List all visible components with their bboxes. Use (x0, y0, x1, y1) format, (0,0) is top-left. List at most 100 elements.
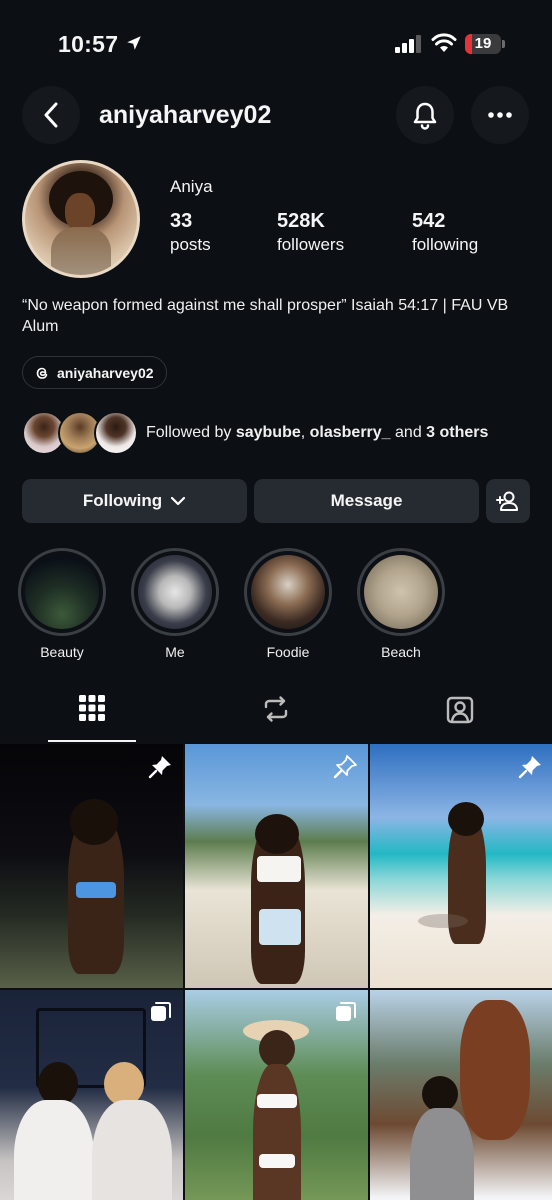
pin-icon (518, 756, 541, 779)
profile-bio: “No weapon formed against me shall prosp… (22, 297, 509, 335)
more-options-button[interactable] (471, 86, 529, 144)
pin-icon (333, 755, 357, 779)
location-arrow-icon (127, 36, 141, 50)
battery-percentage: 19 (474, 35, 492, 52)
suggested-users-button[interactable] (486, 479, 530, 523)
threads-link[interactable]: aniyaharvey02 (22, 356, 167, 389)
avatar-body (51, 227, 111, 275)
highlight-foodie[interactable]: Foodie (244, 548, 332, 660)
status-time: 10:57 (58, 31, 119, 57)
back-button[interactable] (22, 86, 80, 144)
post-figure-head (259, 1030, 295, 1068)
highlight-ring (18, 548, 106, 636)
threads-handle: aniyaharvey02 (57, 364, 154, 381)
highlight-beach[interactable]: Beach (357, 548, 445, 660)
display-name: Aniya (170, 177, 213, 196)
highlight-me[interactable]: Me (131, 548, 219, 660)
battery-cap (502, 40, 505, 48)
post-tile[interactable] (0, 990, 183, 1200)
highlight-ring (131, 548, 219, 636)
battery-body: 19 (465, 34, 501, 54)
followed-by-row[interactable]: Followed by saybube, olasberry_ and 3 ot… (22, 411, 542, 457)
follower-avatar (94, 411, 138, 455)
conjunction: and (390, 424, 427, 441)
post-swimsuit (259, 1154, 295, 1168)
add-user-icon (496, 491, 518, 511)
mutual-follower-name: saybube (235, 424, 301, 441)
threads-icon (36, 367, 48, 379)
followers-label: followers (277, 235, 345, 254)
post-tile[interactable] (185, 744, 368, 988)
active-tab-indicator (48, 740, 136, 742)
post-figure (253, 1064, 301, 1200)
grid-icon (79, 695, 105, 721)
posts-stat: 33 posts (170, 210, 211, 255)
followed-by-prefix: Followed by (146, 424, 236, 441)
post-tile[interactable] (185, 990, 368, 1200)
post-tile[interactable] (0, 744, 183, 988)
message-button[interactable]: Message (254, 479, 479, 523)
post-tile[interactable] (370, 990, 552, 1200)
more-icon (488, 112, 512, 118)
tab-tagged[interactable] (368, 688, 552, 742)
reels-repost-icon (264, 696, 288, 722)
message-button-label: Message (330, 491, 403, 510)
post-shorts (259, 909, 301, 945)
highlight-ring (244, 548, 332, 636)
following-button-label: Following (82, 491, 163, 510)
post-robe (92, 1100, 172, 1200)
highlight-cover (364, 555, 438, 629)
tagged-icon (446, 696, 474, 724)
post-top (257, 856, 301, 882)
following-label: following (412, 235, 479, 254)
post-coat (410, 1108, 474, 1200)
mutual-others-count: 3 others (426, 424, 489, 441)
highlight-cover (138, 555, 212, 629)
following-stat[interactable]: 542 following (412, 210, 478, 255)
posts-grid (0, 744, 552, 1200)
profile-username: aniyaharvey02 (99, 101, 272, 129)
mutual-follower-name: olasberry_ (309, 424, 391, 441)
notifications-button[interactable] (396, 86, 454, 144)
followers-count: 528K (277, 210, 325, 232)
post-figure-head (422, 1076, 458, 1112)
highlight-label: Beauty (40, 644, 84, 660)
carousel-icon (336, 1002, 356, 1021)
back-icon (44, 102, 58, 128)
chevron-down-icon (171, 496, 186, 506)
profile-header: aniyaharvey02 (0, 86, 552, 146)
highlight-label: Beach (381, 644, 421, 660)
post-swimsuit (76, 882, 116, 898)
status-bar: 10:57 19 (0, 0, 552, 90)
battery-indicator: 19 (465, 34, 505, 54)
wifi-icon (431, 33, 457, 52)
tab-reposts[interactable] (184, 688, 368, 742)
pin-icon (148, 756, 171, 779)
highlight-label: Me (165, 644, 185, 660)
post-swimsuit (257, 1094, 297, 1108)
post-figure-head (255, 814, 299, 854)
profile-avatar[interactable] (22, 160, 140, 278)
highlight-beauty[interactable]: Beauty (18, 548, 106, 660)
following-count: 542 (412, 210, 446, 232)
carousel-icon (151, 1002, 171, 1021)
bell-icon (413, 102, 437, 130)
cellular-signal-icon (395, 35, 421, 53)
avatar-face (65, 193, 95, 231)
highlight-cover (251, 555, 325, 629)
profile-tabs (0, 688, 552, 742)
post-tree (460, 1000, 530, 1140)
following-button[interactable]: Following (22, 479, 247, 523)
separator: , (300, 424, 310, 441)
followers-stat[interactable]: 528K followers (277, 210, 344, 255)
tab-posts-grid[interactable] (0, 688, 184, 742)
highlight-ring (357, 548, 445, 636)
post-robe (14, 1100, 94, 1200)
highlight-label: Foodie (266, 644, 310, 660)
followed-by-text: Followed by saybube, olasberry_ and 3 ot… (146, 424, 488, 442)
posts-count: 33 (170, 210, 193, 232)
post-figure-head (448, 802, 484, 836)
post-figure-head (70, 799, 118, 845)
post-shadow (418, 914, 468, 928)
post-tile[interactable] (370, 744, 552, 988)
